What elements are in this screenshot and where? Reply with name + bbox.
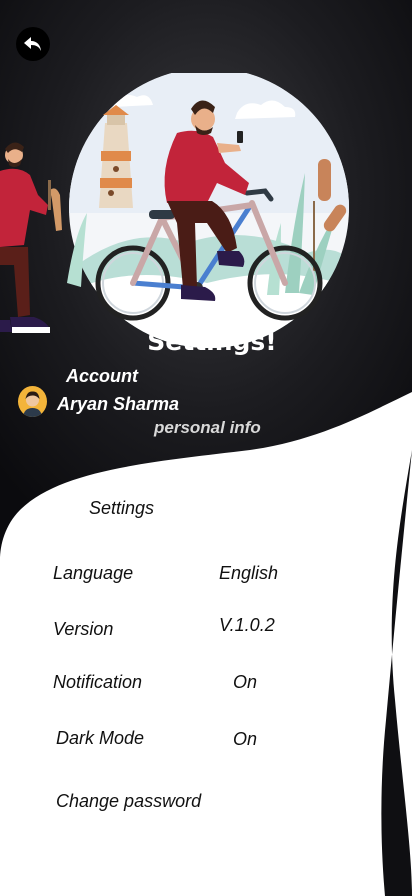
notification-value[interactable]: On [233,672,257,693]
language-label[interactable]: Language [53,563,133,584]
cyclist-illustration [67,73,349,348]
page-title: Settings! [147,327,277,356]
personal-info-link[interactable]: personal info [154,418,261,438]
user-name: Aryan Sharma [57,394,180,414]
notification-label[interactable]: Notification [53,672,142,693]
version-value: V.1.0.2 [219,615,275,635]
dark-mode-label[interactable]: Dark Mode [56,728,144,749]
change-password-link[interactable]: Change password [56,791,201,812]
language-value[interactable]: English [219,563,278,584]
user-avatar [18,386,47,417]
back-button[interactable] [16,27,50,61]
version-label: Version [53,619,114,639]
settings-heading: Settings [89,498,155,518]
account-heading: Account [66,366,138,386]
avatar-icon [18,387,47,417]
back-arrow-icon [24,37,41,51]
side-character-illustration [0,142,62,333]
dark-mode-value[interactable]: On [233,729,257,750]
